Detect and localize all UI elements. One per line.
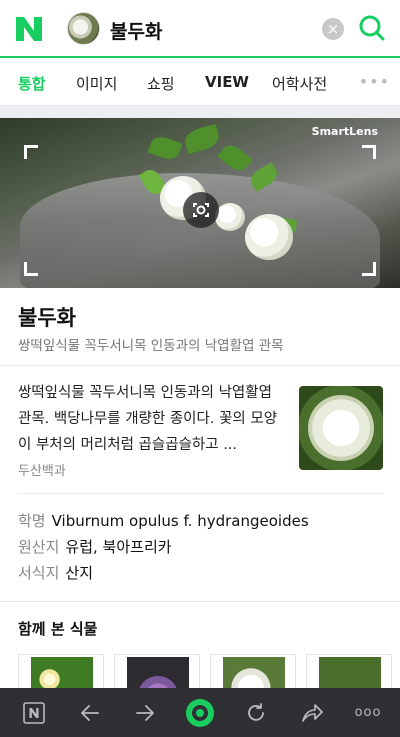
refresh-button[interactable] xyxy=(236,688,276,737)
flower-cluster xyxy=(215,203,245,231)
smartlens-brand: SmartLens xyxy=(311,125,378,138)
leaf xyxy=(182,123,222,155)
search-header: 불두화 × xyxy=(0,0,400,58)
lens-thumbnail[interactable] xyxy=(67,12,100,45)
result-description[interactable]: 쌍떡잎식물 꼭두서니목 인동과의 낙엽활엽 관목. 백당나무를 개량한 종이다.… xyxy=(18,380,280,458)
crop-corner-tr[interactable] xyxy=(362,145,376,159)
section-divider xyxy=(0,601,400,602)
info-row-origin: 원산지 유럽, 북아프리카 xyxy=(18,536,172,557)
arrow-left-icon xyxy=(81,704,99,721)
info-row-scientific-name: 학명 Viburnum opulus f. hydrangeoides xyxy=(18,510,309,531)
info-value: 유럽, 북아프리카 xyxy=(65,538,172,556)
clear-search-button[interactable]: × xyxy=(322,18,344,40)
tab-integrated[interactable]: 통합 xyxy=(18,73,46,94)
tab-shopping[interactable]: 쇼핑 xyxy=(147,73,175,94)
info-label: 학명 xyxy=(18,512,46,530)
divider xyxy=(0,365,400,366)
result-source[interactable]: 두산백과 xyxy=(18,460,66,479)
result-title[interactable]: 불두화 xyxy=(18,302,76,332)
lens-search-button[interactable] xyxy=(183,192,219,228)
tab-dictionary[interactable]: 어학사전 xyxy=(272,73,327,94)
crop-corner-tl[interactable] xyxy=(24,145,38,159)
info-value: Viburnum opulus f. hydrangeoides xyxy=(51,512,309,530)
info-value: 산지 xyxy=(65,564,94,582)
scan-icon xyxy=(193,203,209,217)
naver-logo-icon[interactable] xyxy=(16,17,42,41)
crop-corner-bl[interactable] xyxy=(24,262,38,276)
share-icon xyxy=(302,703,323,722)
arrow-right-icon xyxy=(136,704,154,721)
home-button[interactable] xyxy=(14,688,54,737)
more-menu-button[interactable]: ooo xyxy=(346,688,390,737)
tab-images[interactable]: 이미지 xyxy=(76,73,117,94)
green-dot-icon xyxy=(186,698,214,727)
search-query[interactable]: 불두화 xyxy=(110,17,162,44)
info-label: 서식지 xyxy=(18,564,60,582)
naver-home-icon xyxy=(23,701,45,724)
tabs-more-icon[interactable]: ••• xyxy=(359,72,390,91)
browser-toolbar: ooo xyxy=(0,688,400,737)
green-dot-button[interactable] xyxy=(180,688,220,737)
refresh-icon xyxy=(248,702,264,721)
share-button[interactable] xyxy=(292,688,332,737)
info-row-habitat: 서식지 산지 xyxy=(18,562,93,583)
leaf xyxy=(217,140,253,176)
tab-view[interactable]: VIEW xyxy=(205,73,249,91)
search-tabs: 통합 이미지 쇼핑 VIEW 어학사전 ••• xyxy=(0,58,400,106)
flower-cluster xyxy=(245,214,293,260)
related-plants-title: 함께 본 식물 xyxy=(18,620,98,638)
search-icon[interactable] xyxy=(358,14,386,42)
forward-button[interactable] xyxy=(125,688,165,737)
result-thumbnail[interactable] xyxy=(299,386,383,470)
leaf xyxy=(147,133,183,163)
section-spacer xyxy=(0,106,400,118)
divider xyxy=(18,493,384,494)
smartlens-image[interactable]: SmartLens xyxy=(0,118,400,288)
info-label: 원산지 xyxy=(18,538,60,556)
result-subtitle: 쌍떡잎식물 꼭두서니목 인동과의 낙엽활엽 관목 xyxy=(18,338,284,354)
back-button[interactable] xyxy=(70,688,110,737)
crop-corner-br[interactable] xyxy=(362,262,376,276)
